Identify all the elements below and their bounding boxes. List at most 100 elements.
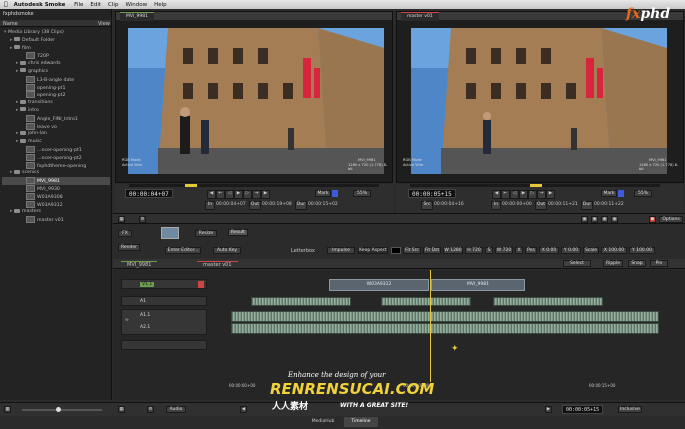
- apple-icon[interactable]: : [4, 1, 8, 8]
- library-item[interactable]: ▸ masters: [2, 208, 110, 216]
- library-item[interactable]: W03A9312: [2, 200, 110, 209]
- rewind-icon[interactable]: ⇤: [501, 190, 510, 199]
- library-item[interactable]: ...ncer-opening-pt1: [2, 145, 110, 154]
- link-icon[interactable]: ∞: [125, 318, 129, 323]
- pos-label[interactable]: Pos: [525, 247, 537, 254]
- name-column-header[interactable]: Name: [3, 21, 18, 27]
- track-record-icon[interactable]: [198, 281, 204, 288]
- impulse-dropdown[interactable]: Impulse: [327, 247, 355, 254]
- rewind-icon[interactable]: ⇤: [216, 190, 225, 199]
- source-video-frame[interactable]: [128, 28, 384, 174]
- layout-toggle-icon[interactable]: ▦: [4, 406, 11, 413]
- timeline-tab-source[interactable]: MVI_9981: [121, 261, 158, 268]
- audio-dropdown[interactable]: Audio: [166, 406, 186, 413]
- step-back-icon[interactable]: ◁: [510, 190, 519, 199]
- scroll-left-icon[interactable]: ◀: [240, 406, 247, 413]
- track-head-audio-2[interactable]: ∞ A1.1 A2.1: [121, 309, 207, 335]
- pin-toggle[interactable]: Pin: [650, 260, 668, 267]
- library-item[interactable]: ▸ chris edwards: [2, 60, 110, 68]
- tool-icon-2[interactable]: ▣: [591, 216, 598, 223]
- menu-file[interactable]: File: [74, 2, 83, 8]
- letterbox-label[interactable]: Letterbox: [291, 248, 315, 254]
- clip-mvi-9981[interactable]: MVI_9981: [431, 279, 525, 291]
- library-item[interactable]: leave vo: [2, 122, 110, 131]
- library-item[interactable]: ▸ john-lan: [2, 130, 110, 138]
- pos-x-field[interactable]: X 0.00: [539, 247, 559, 254]
- record-icon[interactable]: ●: [649, 216, 656, 223]
- ripple-toggle[interactable]: Ripple: [603, 260, 623, 267]
- width-2-field[interactable]: W 720: [495, 247, 513, 254]
- play-icon[interactable]: ▶: [519, 190, 528, 199]
- tool-icon-3[interactable]: ▣: [601, 216, 608, 223]
- audio-clip-a2-top[interactable]: [231, 311, 659, 322]
- library-item[interactable]: ...ncer-opening-pt2: [2, 153, 110, 162]
- select-tool[interactable]: Select: [563, 260, 591, 267]
- options-button[interactable]: Options: [659, 216, 683, 223]
- menu-help[interactable]: Help: [154, 2, 167, 8]
- menu-window[interactable]: Window: [125, 2, 147, 8]
- prev-frame-icon[interactable]: ◀: [207, 190, 216, 199]
- slider-handle[interactable]: [56, 407, 61, 412]
- source-in-button[interactable]: In: [205, 201, 215, 210]
- audio-clip-a2-bottom[interactable]: [231, 323, 659, 334]
- library-item[interactable]: master v01: [2, 216, 110, 224]
- forward-icon[interactable]: ⇥: [252, 190, 261, 199]
- menu-edit[interactable]: Edit: [90, 2, 101, 8]
- library-item[interactable]: fxphdtheme-opening: [2, 161, 110, 170]
- record-src-button[interactable]: Src: [421, 201, 433, 210]
- view-column-header[interactable]: View: [98, 21, 110, 27]
- keep-aspect-toggle[interactable]: Keep Aspect: [358, 247, 388, 254]
- enter-editor-button[interactable]: Enter Editor...: [165, 247, 201, 254]
- auto-key-button[interactable]: Auto Key: [213, 247, 241, 254]
- library-item[interactable]: ▸ music: [2, 138, 110, 146]
- library-item[interactable]: opening-pt1: [2, 83, 110, 92]
- x-toggle[interactable]: X: [515, 247, 523, 254]
- fit-dst-button[interactable]: Fit Dst: [423, 247, 441, 254]
- play-icon[interactable]: ▶: [234, 190, 243, 199]
- audio-clip-a1-3[interactable]: [493, 297, 603, 306]
- library-item[interactable]: MVI_9930: [2, 184, 110, 193]
- step-forward-icon[interactable]: ▷: [528, 190, 537, 199]
- library-item[interactable]: ▸ Default Folder: [2, 37, 110, 45]
- source-dur-button[interactable]: Dur: [295, 201, 307, 210]
- bottom-timecode[interactable]: 00:00:05+15: [562, 405, 604, 414]
- track-head-empty[interactable]: [121, 340, 207, 350]
- library-item[interactable]: Angle_FINI_Intro1: [2, 114, 110, 123]
- audio-clip-a1-1[interactable]: [251, 297, 351, 306]
- scale-label[interactable]: Scale: [583, 247, 599, 254]
- library-item[interactable]: MVI_9981: [2, 177, 110, 185]
- tool-icon-4[interactable]: ▣: [611, 216, 618, 223]
- library-item[interactable]: ▸ film: [2, 45, 110, 53]
- library-item[interactable]: ▸ scenics: [2, 169, 110, 177]
- library-item[interactable]: opening-pt2: [2, 91, 110, 99]
- tab-timeline[interactable]: Timeline: [344, 417, 378, 427]
- gear-icon[interactable]: ⚙: [139, 216, 146, 223]
- resize-node[interactable]: Resize: [195, 230, 217, 237]
- track-head-video[interactable]: V1.1: [121, 279, 207, 289]
- scroll-right-icon[interactable]: ▶: [545, 406, 552, 413]
- source-dur-tc[interactable]: 00:00:15+02: [308, 202, 338, 207]
- menu-clip[interactable]: Clip: [108, 2, 118, 8]
- library-item[interactable]: 720P: [2, 52, 110, 60]
- pos-y-field[interactable]: Y 0.00: [561, 247, 581, 254]
- tab-mediahub[interactable]: MediaHub: [306, 417, 340, 427]
- library-root[interactable]: ▾ Media Library (38 Clips): [2, 29, 110, 37]
- render-button[interactable]: Render: [118, 244, 140, 251]
- library-item[interactable]: ▸ intro: [2, 107, 110, 115]
- prev-frame-icon[interactable]: ◀: [492, 190, 501, 199]
- tool-icon-1[interactable]: ▣: [581, 216, 588, 223]
- library-zoom-slider[interactable]: [22, 409, 102, 411]
- source-timecode[interactable]: 00:00:04+07: [125, 189, 173, 198]
- inclusive-dropdown[interactable]: Inclusive: [618, 406, 642, 413]
- library-item[interactable]: ▸ transitions: [2, 99, 110, 107]
- library-item[interactable]: ▸ graphics: [2, 68, 110, 76]
- result-node[interactable]: Result: [228, 229, 248, 236]
- snap-toggle[interactable]: Snap: [628, 260, 646, 267]
- record-dur-tc[interactable]: 00:00:11+22: [594, 202, 624, 207]
- timeline-layout-icon[interactable]: ▦: [118, 406, 125, 413]
- step-forward-icon[interactable]: ▷: [243, 190, 252, 199]
- record-dur-button[interactable]: Dur: [581, 201, 593, 210]
- library-item[interactable]: L3-B-angle date: [2, 75, 110, 84]
- scale-y-field[interactable]: Y 100.00: [629, 247, 655, 254]
- record-mark-button[interactable]: Mark: [601, 190, 617, 197]
